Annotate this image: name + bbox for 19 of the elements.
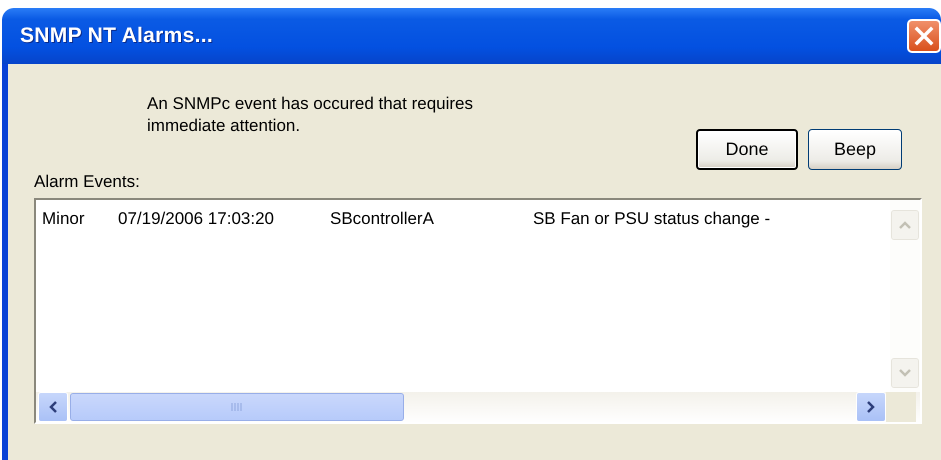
table-cell-text: Minor — [42, 209, 86, 229]
scroll-right-button[interactable] — [856, 392, 886, 422]
table-cell: SBcontrollerA — [330, 209, 434, 229]
table-cell: SB Fan or PSU status change - — [532, 209, 770, 229]
message-text: An SNMPc event has occured that requires immediate attention. — [147, 93, 474, 137]
scrollbar-corner — [886, 392, 916, 422]
chevron-down-icon — [898, 368, 912, 378]
scroll-thumb[interactable] — [70, 393, 404, 421]
dialog-button[interactable]: Beep — [808, 129, 902, 170]
close-icon — [913, 25, 935, 47]
list-label: Alarm Events: — [34, 172, 141, 192]
chevron-left-icon — [48, 400, 58, 414]
scroll-left-button[interactable] — [38, 392, 68, 422]
dialog-button[interactable]: Done — [696, 129, 798, 170]
window-title: SNMP NT Alarms... — [20, 24, 213, 48]
table-cell-text: 07/19/2006 17:03:20 — [118, 209, 275, 229]
close-button[interactable] — [907, 19, 941, 53]
chevron-up-icon — [898, 220, 912, 230]
chevron-right-icon — [866, 400, 876, 414]
